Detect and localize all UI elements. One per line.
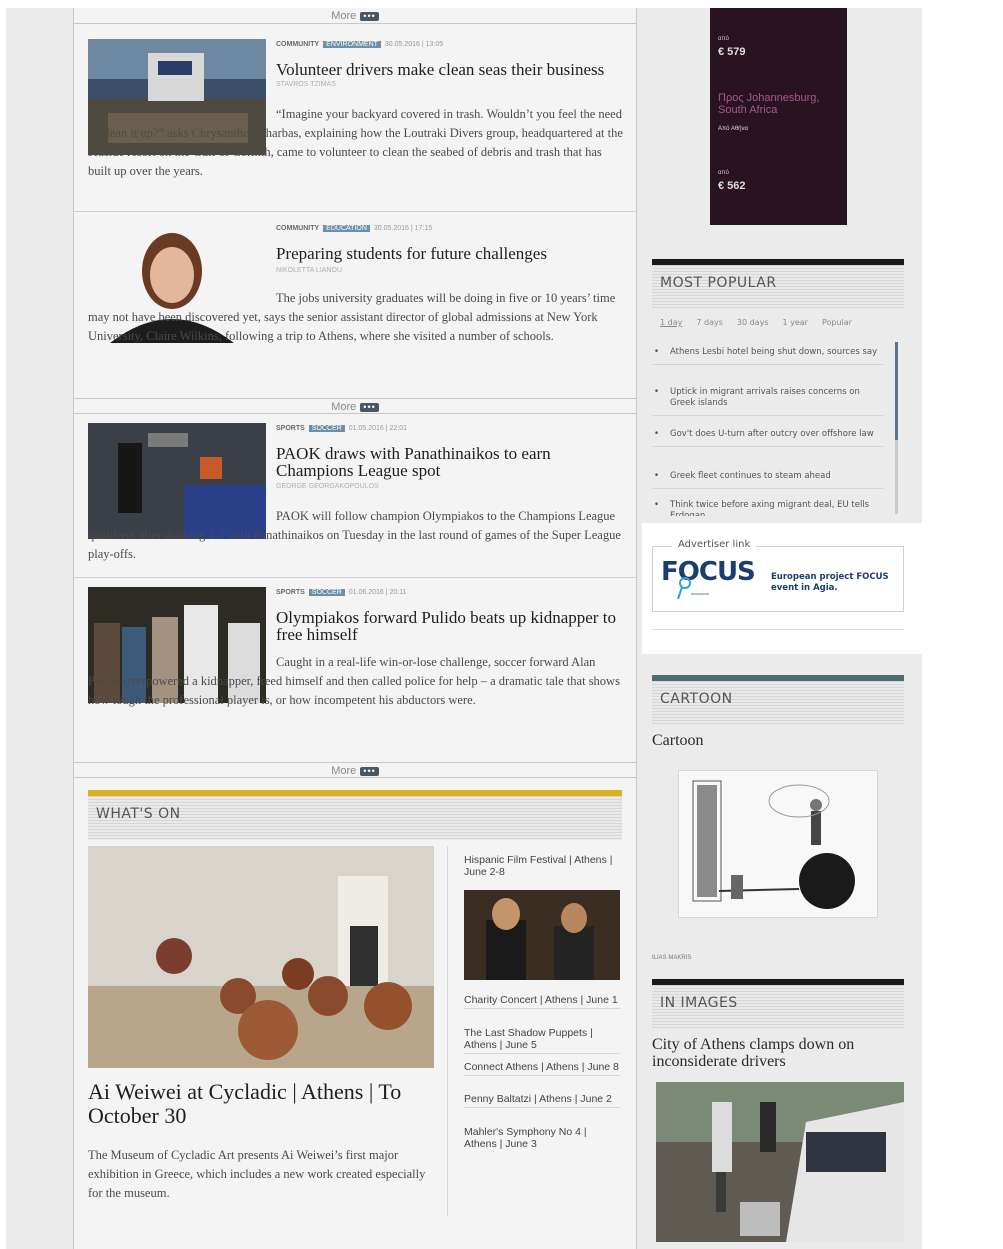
more-bar-top[interactable]: More ••• — [74, 8, 636, 24]
article-item[interactable]: SPORTS SOCCER 01.06.2016 | 20:11 Olympiako… — [88, 587, 624, 762]
more-bar-bottom[interactable]: More ••• — [74, 762, 636, 778]
article-tag[interactable]: ENVIRONMENT — [323, 41, 381, 48]
more-label: More — [331, 401, 357, 413]
cartoon-image[interactable] — [678, 770, 878, 918]
article-meta: COMMUNITY EDUCATION 30.05.2016 | 17:15 — [276, 225, 432, 232]
article-tag[interactable]: SOCCER — [308, 589, 345, 596]
advertiser-link-label: Advertiser link — [672, 539, 757, 550]
whats-on-item[interactable]: Hispanic Film Festival | Athens | June 2… — [464, 854, 620, 880]
advertiser-link-box: Advertiser link FOCUS European project F… — [642, 523, 922, 654]
ad-origin: Από Αθήνα — [718, 126, 748, 132]
whats-on-item[interactable]: Mahler's Symphony No 4 | Athens | June 3 — [464, 1126, 620, 1152]
whats-on-item[interactable]: The Last Shadow Puppets | Athens | June … — [464, 1027, 620, 1054]
popular-item[interactable]: Gov't does U-turn after outcry over offs… — [652, 429, 884, 447]
article-summary: The jobs university graduates will be do… — [88, 291, 616, 343]
article-item[interactable]: COMMUNITY EDUCATION 30.05.2016 | 17:15 Pre… — [88, 223, 624, 393]
ad-from-label: από — [718, 36, 729, 42]
popular-item[interactable]: Think twice before axing migrant deal, E… — [652, 500, 884, 516]
popular-item[interactable]: Uptick in migrant arrivals raises concer… — [652, 387, 884, 416]
article-meta: SPORTS SOCCER 01.05.2016 | 22:01 — [276, 425, 407, 432]
whats-on-heading[interactable]: WHAT'S ON — [88, 796, 622, 840]
article-meta: SPORTS SOCCER 01.06.2016 | 20:11 — [276, 589, 407, 596]
whats-on-column-divider — [447, 846, 448, 1216]
whats-on-main-image[interactable] — [88, 846, 434, 1068]
article-date: 01.05.2016 | 22:01 — [348, 425, 408, 432]
tab-popular[interactable]: Popular — [822, 318, 852, 327]
article-date: 30.05.2016 | 13:05 — [384, 41, 444, 48]
popular-item[interactable]: Greek fleet continues to steam ahead — [652, 471, 884, 489]
article-headline[interactable]: Olympiakos forward Pulido beats up kidna… — [276, 609, 622, 643]
popular-scrollbar-thumb[interactable] — [895, 342, 898, 440]
cartoon-title[interactable]: Cartoon — [652, 732, 704, 750]
whats-on-main-summary: The Museum of Cycladic Art presents Ai W… — [88, 1148, 426, 1200]
article-section[interactable]: COMMUNITY — [276, 225, 319, 232]
most-popular-tabs: 1 day 7 days 30 days 1 year Popular — [660, 318, 866, 327]
advertiser-link-card[interactable]: FOCUS European project FOCUS event in Ag… — [652, 546, 904, 612]
more-dots-icon: ••• — [360, 12, 379, 21]
article-section[interactable]: COMMUNITY — [276, 41, 319, 48]
in-images-headline[interactable]: City of Athens clamps down on inconsider… — [652, 1036, 900, 1070]
article-summary: PAOK will follow champion Olympiakos to … — [88, 509, 621, 561]
article-tag[interactable]: SOCCER — [308, 425, 345, 432]
article-byline: NIKOLETTA LIANOU — [276, 267, 342, 274]
advertiser-divider — [652, 629, 904, 630]
article-meta: COMMUNITY ENVIRONMENT 30.05.2016 | 13:05 — [276, 41, 443, 48]
article-summary: Caught in a real-life win-or-lose challe… — [88, 655, 620, 707]
whats-on-item[interactable]: Connect Athens | Athens | June 8 — [464, 1061, 620, 1076]
tab-30-days[interactable]: 30 days — [737, 318, 769, 327]
sidebar: από € 579 Προς Johannesburg, South Afric… — [642, 8, 922, 1249]
divider — [74, 577, 636, 578]
flight-ad-banner[interactable]: από € 579 Προς Johannesburg, South Afric… — [710, 8, 847, 225]
whats-on-item[interactable]: Penny Baltatzi | Athens | June 2 — [464, 1093, 620, 1108]
ad-price: € 562 — [718, 180, 746, 192]
article-byline: GEORGE GEORGAKOPOULOS — [276, 483, 379, 490]
more-label: More — [331, 10, 357, 22]
in-images-photo[interactable] — [656, 1082, 904, 1242]
cartoon-heading[interactable]: CARTOON — [652, 681, 904, 725]
whats-on-item-image[interactable] — [464, 890, 620, 980]
more-dots-icon: ••• — [360, 767, 379, 776]
article-headline[interactable]: Preparing students for future challenges — [276, 245, 624, 262]
most-popular-heading[interactable]: MOST POPULAR — [652, 265, 904, 309]
article-date: 30.05.2016 | 17:15 — [373, 225, 433, 232]
article-tag[interactable]: EDUCATION — [323, 225, 370, 232]
whats-on-item[interactable]: Charity Concert | Athens | June 1 — [464, 994, 620, 1009]
ad-from-label: από — [718, 170, 729, 176]
tab-7-days[interactable]: 7 days — [696, 318, 723, 327]
more-bar-middle[interactable]: More ••• — [74, 398, 636, 414]
ad-destination: Προς Johannesburg, South Africa — [718, 92, 820, 116]
more-dots-icon: ••• — [360, 403, 379, 412]
ad-price: € 579 — [718, 46, 746, 58]
whats-on-main-headline[interactable]: Ai Weiwei at Cycladic | Athens | To Octo… — [88, 1080, 428, 1128]
focus-logo-icon — [677, 577, 709, 600]
tab-1-year[interactable]: 1 year — [782, 318, 807, 327]
tab-1-day[interactable]: 1 day — [660, 318, 682, 327]
article-headline[interactable]: PAOK draws with Panathinaikos to earn Ch… — [276, 445, 616, 479]
article-date: 01.06.2016 | 20:11 — [348, 589, 407, 596]
more-label: More — [331, 765, 357, 777]
article-section[interactable]: SPORTS — [276, 425, 305, 432]
article-summary: “Imagine your backyard covered in trash.… — [88, 107, 623, 178]
article-section[interactable]: SPORTS — [276, 589, 305, 596]
article-headline[interactable]: Volunteer drivers make clean seas their … — [276, 61, 624, 78]
in-images-heading[interactable]: IN IMAGES — [652, 985, 904, 1029]
cartoon-credit[interactable]: ILIAS MAKRIS — [652, 955, 691, 961]
main-column: More ••• COMMUNITY ENVIRONMENT 30.05.2016 |… — [73, 8, 637, 1249]
advertiser-text[interactable]: European project FOCUS event in Agia. — [771, 572, 901, 594]
divider — [74, 211, 636, 212]
article-item[interactable]: SPORTS SOCCER 01.05.2016 | 22:01 PAOK draw… — [88, 423, 624, 575]
popular-item[interactable]: Athens Lesbi hotel being shut down, sour… — [652, 347, 884, 365]
article-item[interactable]: COMMUNITY ENVIRONMENT 30.05.2016 | 13:05 V… — [88, 39, 624, 209]
article-byline: STAVROS TZIMAS — [276, 81, 336, 88]
